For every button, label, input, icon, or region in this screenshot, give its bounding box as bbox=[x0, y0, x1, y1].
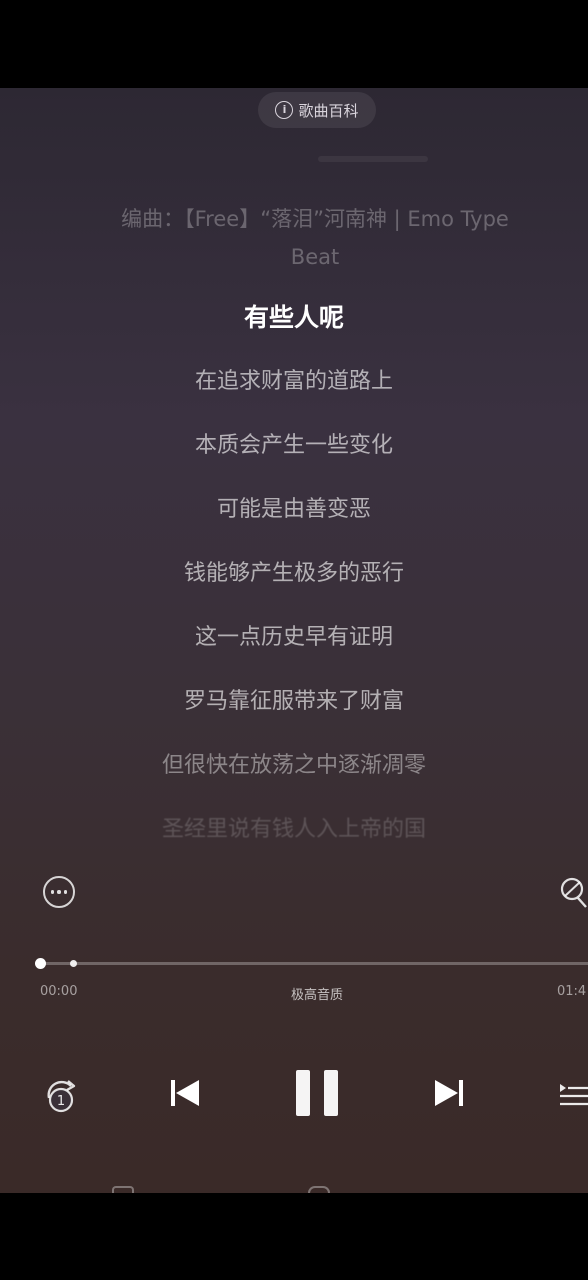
lyric-line-current[interactable]: 有些人呢 bbox=[0, 286, 588, 350]
lyric-line[interactable]: 圣经里说有钱人入上帝的国 bbox=[0, 798, 588, 862]
lyrics-list[interactable]: 有些人呢 在追求财富的道路上 本质会产生一些变化 可能是由善变恶 钱能够产生极多… bbox=[0, 286, 588, 862]
faded-lyric-line bbox=[318, 156, 428, 162]
quality-button[interactable]: 极高音质 bbox=[0, 984, 588, 1003]
progress-bar[interactable] bbox=[35, 958, 588, 969]
skip-previous-icon[interactable] bbox=[168, 1076, 202, 1110]
more-options-button[interactable] bbox=[43, 876, 75, 908]
lyric-line[interactable]: 这一点历史早有证明 bbox=[0, 606, 588, 670]
song-wiki-label: 歌曲百科 bbox=[298, 101, 359, 120]
more-dot bbox=[57, 890, 61, 894]
arranger-credit-line-2: Beat bbox=[290, 245, 340, 269]
nav-tab-peek bbox=[112, 1186, 134, 1193]
repeat-one-icon[interactable]: 1 bbox=[43, 1078, 81, 1114]
lyric-line[interactable]: 罗马靠征服带来了财富 bbox=[0, 670, 588, 734]
buffer-marker bbox=[69, 960, 77, 967]
total-time: 01:4 bbox=[557, 984, 587, 999]
lyric-line[interactable]: 但很快在放荡之中逐渐凋零 bbox=[0, 734, 588, 798]
microphone-icon[interactable] bbox=[558, 876, 588, 910]
arranger-credit: 编曲：【Free】“落泪”河南神 | Emo Type Beat bbox=[70, 200, 560, 276]
lyric-line[interactable]: 钱能够产生极多的恶行 bbox=[0, 542, 588, 606]
more-horizontal-icon bbox=[50, 890, 55, 894]
skip-next-icon[interactable] bbox=[432, 1076, 466, 1110]
more-dot bbox=[63, 890, 68, 894]
repeat-badge: 1 bbox=[57, 1094, 65, 1109]
lyric-line[interactable]: 可能是由善变恶 bbox=[0, 478, 588, 542]
arranger-credit-line-1: 编曲：【Free】“落泪”河南神 | Emo Type bbox=[121, 207, 509, 231]
progress-knob[interactable] bbox=[35, 958, 46, 969]
song-wiki-button[interactable]: i 歌曲百科 bbox=[258, 92, 376, 128]
lyric-line[interactable]: 在追求财富的道路上 bbox=[0, 350, 588, 414]
lyric-line[interactable]: 本质会产生一些变化 bbox=[0, 414, 588, 478]
nav-tab-peek bbox=[308, 1186, 330, 1193]
playlist-icon[interactable] bbox=[558, 1076, 588, 1110]
pause-icon[interactable] bbox=[294, 1068, 342, 1118]
info-icon: i bbox=[275, 101, 294, 119]
player-screen: i 歌曲百科 编曲：【Free】“落泪”河南神 | Emo Type Beat … bbox=[0, 88, 588, 1193]
